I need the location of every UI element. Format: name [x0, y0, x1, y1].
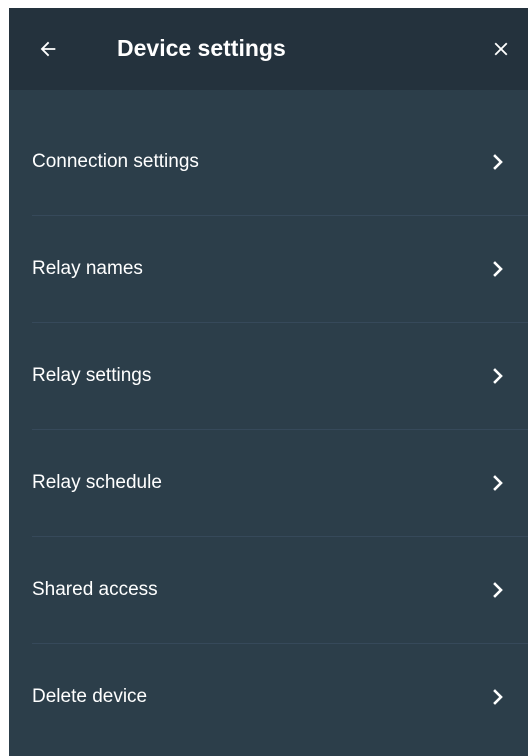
menu-item-shared-access[interactable]: Shared access — [9, 536, 528, 643]
menu-item-label: Shared access — [32, 578, 158, 600]
chevron-right-icon — [488, 536, 508, 643]
menu-item-relay-names[interactable]: Relay names — [9, 215, 528, 322]
menu-item-label: Relay schedule — [32, 471, 162, 493]
menu-item-relay-settings[interactable]: Relay settings — [9, 322, 528, 429]
menu-item-label: Relay settings — [32, 364, 152, 386]
menu-item-label: Connection settings — [32, 150, 199, 172]
menu-item-label: Relay names — [32, 257, 143, 279]
arrow-left-icon — [40, 41, 56, 57]
menu-item-delete-device[interactable]: Delete device — [9, 643, 528, 750]
chevron-right-icon — [488, 429, 508, 536]
chevron-right-icon — [488, 322, 508, 429]
page-title: Device settings — [117, 35, 286, 61]
app-header: Device settings — [9, 8, 528, 90]
close-icon — [494, 42, 508, 56]
menu-item-relay-schedule[interactable]: Relay schedule — [9, 429, 528, 536]
chevron-right-icon — [488, 215, 508, 322]
chevron-right-icon — [488, 643, 508, 750]
chevron-right-icon — [488, 108, 508, 215]
back-button[interactable] — [27, 28, 69, 70]
close-button[interactable] — [480, 28, 522, 70]
menu-item-label: Delete device — [32, 685, 148, 707]
menu-item-connection-settings[interactable]: Connection settings — [9, 108, 528, 215]
device-settings-screen: Device settings Connection settings Rela… — [9, 8, 528, 756]
settings-list: Connection settings Relay names Relay se… — [9, 108, 528, 750]
